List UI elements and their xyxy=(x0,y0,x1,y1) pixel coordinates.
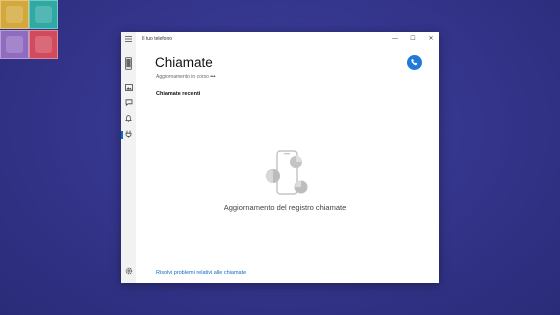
phone-sync-illustration-icon xyxy=(266,150,308,195)
left-navigation-rail xyxy=(121,32,136,283)
photos-icon[interactable] xyxy=(123,84,134,94)
your-phone-window: Il tuo telefono — ☐ ✕ Chiamate Aggiornam… xyxy=(121,32,439,283)
dialer-button[interactable] xyxy=(407,55,422,70)
notifications-icon[interactable] xyxy=(123,115,134,125)
close-button[interactable]: ✕ xyxy=(425,33,437,45)
dialpad-phone-icon xyxy=(411,59,418,66)
sync-status: Aggiornamento in corso ••• xyxy=(156,74,215,80)
tile-red xyxy=(29,30,58,59)
sync-status-text: Aggiornamento in corso xyxy=(156,74,209,80)
sync-progress-dots: ••• xyxy=(210,74,216,80)
tile-purple xyxy=(0,30,29,59)
desktop-app-tile[interactable] xyxy=(0,0,58,59)
troubleshoot-calls-link[interactable]: Risolvi problemi relativi alle chiamate xyxy=(156,270,246,276)
recent-calls-heading: Chiamate recenti xyxy=(156,91,201,97)
settings-icon[interactable] xyxy=(123,267,134,277)
empty-state-message: Aggiornamento del registro chiamate xyxy=(223,203,347,212)
app-title: Il tuo telefono xyxy=(142,36,173,42)
page-title: Chiamate xyxy=(155,55,213,70)
minimize-button[interactable]: — xyxy=(389,33,401,45)
tile-teal xyxy=(29,0,58,29)
messages-icon[interactable] xyxy=(123,99,134,109)
calls-icon[interactable] xyxy=(121,130,134,140)
maximize-button[interactable]: ☐ xyxy=(407,33,419,45)
tile-yellow xyxy=(0,0,29,29)
title-bar: Il tuo telefono — ☐ ✕ xyxy=(121,32,439,46)
phone-icon[interactable] xyxy=(123,57,134,71)
